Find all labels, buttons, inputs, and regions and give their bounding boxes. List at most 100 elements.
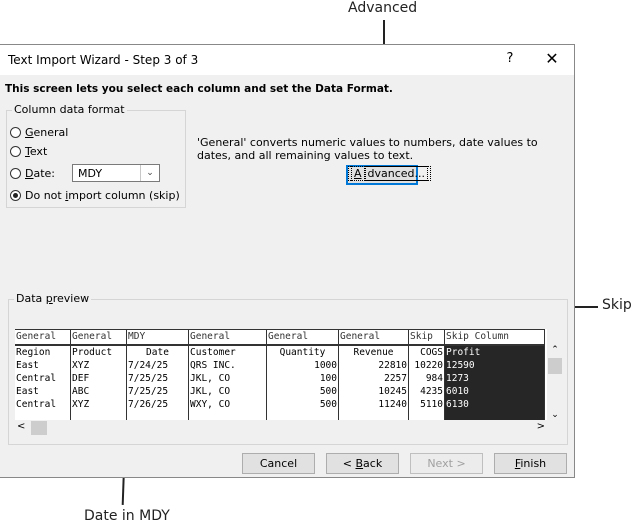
preview-column[interactable]: General Customer QRS INC. JKL, CO JKL, CO WXY… [189,329,267,420]
vertical-scrollbar[interactable]: ⌃ ⌄ [547,345,563,420]
preview-cell: 10220 [414,360,443,371]
callout-advanced: Advanced [348,0,418,16]
preview-cell: 7/25/25 [128,373,169,384]
data-preview-grid[interactable]: General Region East Central East Central Gener… [15,329,547,420]
radio-text[interactable]: Text [10,143,47,159]
close-button[interactable]: ✕ [540,49,564,69]
preview-cell: Region [16,347,51,358]
preview-cell: 984 [425,373,443,384]
preview-cell: Customer [190,347,236,358]
preview-cell: 7/24/25 [128,360,169,371]
preview-cell: JKL, CO [190,373,231,384]
preview-cell: XYZ [72,360,90,371]
preview-column[interactable]: General Quantity 1000 100 500 500 [267,329,339,420]
finish-button[interactable]: Finish [494,453,567,474]
radio-label: Do not import column (skip) [25,188,180,202]
radio-skip[interactable]: Do not import column (skip) [10,187,180,203]
preview-cell: QRS INC. [190,360,236,371]
radio-label: Date: [25,166,56,180]
intro-text: This screen lets you select each column … [5,83,393,95]
radio-label: Text [25,144,48,158]
preview-cell: Quantity [279,347,326,358]
preview-cell: 4235 [420,386,443,397]
preview-cell: East [16,360,39,371]
preview-cell: 1273 [446,373,469,384]
radio-date[interactable]: Date: [10,165,55,181]
preview-cell: WXY, CO [190,399,231,410]
preview-column-header[interactable]: Skip Column [445,329,544,346]
column-format-legend: Column data format [12,103,127,116]
preview-column-header[interactable]: Skip [409,329,444,346]
preview-cell: 6130 [446,399,469,410]
preview-cells: Date 7/24/25 7/25/25 7/25/25 7/26/25 [127,346,188,420]
preview-cell: 1000 [314,360,337,371]
preview-column-header[interactable]: General [71,329,126,346]
preview-column[interactable]: Skip Column Profit 12590 1273 6010 6130 [445,329,545,420]
radio-indicator [10,145,21,157]
scroll-right-icon[interactable]: > [537,421,545,432]
advanced-button[interactable]: Advanced... [346,165,432,185]
preview-cell: 12590 [446,360,475,371]
preview-cell: 500 [319,386,337,397]
preview-cell: Revenue [353,347,394,358]
radio-indicator [10,167,21,179]
data-preview-group: Data preview General Region East Central Eas… [8,292,568,445]
chevron-down-icon[interactable]: ⌄ [140,165,159,181]
preview-cell: Central [16,399,57,410]
preview-column-header[interactable]: General [189,329,266,346]
preview-cell: 7/25/25 [128,386,169,397]
cancel-button[interactable]: Cancel [242,453,315,474]
radio-general[interactable]: General [10,124,68,140]
preview-cell: 6010 [446,386,469,397]
preview-cell: Date [146,347,169,358]
scroll-left-icon[interactable]: < [17,421,25,432]
preview-cells: Profit 12590 1273 6010 6130 [445,346,544,420]
next-button[interactable]: Next > [410,453,483,474]
preview-column[interactable]: MDY Date 7/24/25 7/25/25 7/25/25 7/26/25 [127,329,189,420]
preview-column-header[interactable]: General [267,329,338,346]
preview-cell: JKL, CO [190,386,231,397]
preview-cell: COGS [420,347,443,358]
preview-cells: Region East Central East Central [15,346,70,420]
preview-cells: COGS 10220 984 4235 5110 [409,346,444,420]
format-description: 'General' converts numeric values to num… [197,136,538,162]
preview-cell: 2257 [384,373,407,384]
preview-cells: Quantity 1000 100 500 500 [267,346,338,420]
preview-column[interactable]: Skip COGS 10220 984 4235 5110 [409,329,445,420]
preview-cell: 11240 [378,399,407,410]
preview-column[interactable]: General Region East Central East Central [15,329,71,420]
preview-cell: Central [16,373,57,384]
preview-cell: XYZ [72,399,90,410]
preview-cell: 5110 [420,399,443,410]
preview-cell: 500 [319,399,337,410]
preview-column-header[interactable]: MDY [127,329,188,346]
radio-indicator [10,126,21,138]
scroll-up-icon[interactable]: ⌃ [547,345,563,355]
title-bar: Text Import Wizard - Step 3 of 3 ? ✕ [0,45,574,75]
scroll-down-icon[interactable]: ⌄ [547,410,563,420]
scroll-thumb-horizontal[interactable] [31,421,47,435]
horizontal-scrollbar[interactable]: < > [15,420,547,436]
radio-indicator-selected [10,189,21,201]
preview-cell: 7/26/25 [128,399,169,410]
preview-column-header[interactable]: General [339,329,408,346]
radio-label: General [25,125,69,139]
preview-cells: Revenue 22810 2257 10245 11240 [339,346,408,420]
scroll-thumb[interactable] [548,358,562,374]
preview-cell: 22810 [378,360,407,371]
date-format-select[interactable]: MDY ⌄ [72,164,160,182]
help-button[interactable]: ? [500,51,520,69]
date-format-value: MDY [78,167,103,180]
preview-cell: Product [72,347,113,358]
preview-column[interactable]: General Product XYZ DEF ABC XYZ [71,329,127,420]
callout-skip: Skip [602,297,632,313]
text-import-wizard-dialog: Text Import Wizard - Step 3 of 3 ? ✕ Thi… [0,44,575,478]
preview-cells: Customer QRS INC. JKL, CO JKL, CO WXY, CO [189,346,266,420]
data-preview-legend: Data preview [14,292,92,305]
preview-column[interactable]: General Revenue 22810 2257 10245 11240 [339,329,409,420]
preview-cell: 10245 [378,386,407,397]
back-button[interactable]: < Back [326,453,399,474]
preview-cell: DEF [72,373,90,384]
preview-column-header[interactable]: General [15,329,70,346]
preview-cell: Profit [446,347,481,358]
